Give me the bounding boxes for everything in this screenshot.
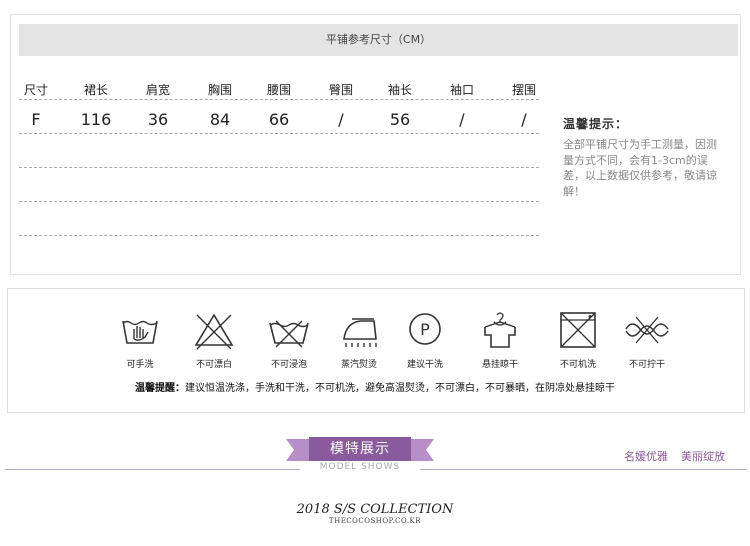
cell-shoulder: 36 <box>147 110 169 129</box>
care-item-steam-iron: 蒸汽熨烫 <box>322 309 396 370</box>
column-header-cuff: 袖口 <box>449 83 474 97</box>
care-label: 不可机洗 <box>559 360 596 370</box>
care-tip-text: 建议恒温洗涤，手洗和干洗，不可机洗，避免高温熨烫，不可漂白，不可暴晒，在阴凉处悬… <box>185 383 615 394</box>
column-header-hem: 摆围 <box>511 83 536 97</box>
column-header-skirt-length: 裙长 <box>83 83 108 97</box>
ribbon-right-icon <box>410 439 434 461</box>
svg-text:P: P <box>420 320 430 339</box>
care-label: 悬挂晾干 <box>481 360 518 370</box>
hand-wash-icon <box>122 320 158 344</box>
care-label: 不可漂白 <box>195 360 232 370</box>
column-header-waist: 腰围 <box>266 83 291 97</box>
no-wring-icon <box>625 316 669 344</box>
cell-bust: 84 <box>209 110 231 129</box>
column-header-hip: 臀围 <box>328 83 353 97</box>
care-label: 不可拧干 <box>628 360 665 370</box>
banner-tag: 名媛优雅 <box>624 450 668 463</box>
cell-sleeve-length: 56 <box>389 110 411 129</box>
care-item-no-soak: 不可浸泡 <box>252 309 326 370</box>
no-bleach-icon <box>194 313 234 350</box>
size-table-header: 平铺参考尺寸（CM） <box>19 24 738 56</box>
care-tip: 温馨提醒：建议恒温洗涤，手洗和干洗，不可机洗，避免高温熨烫，不可漂白，不可暴晒，… <box>0 379 750 394</box>
care-item-hand-wash: 可手洗 <box>103 309 177 370</box>
table-divider <box>19 133 539 134</box>
table-divider <box>19 167 539 168</box>
care-label: 建议干洗 <box>406 360 443 370</box>
hang-dry-icon <box>484 312 516 348</box>
column-header-size: 尺寸 <box>23 83 48 97</box>
cell-hem: / <box>521 110 527 129</box>
cell-hip: / <box>338 110 344 129</box>
care-label: 不可浸泡 <box>270 360 307 370</box>
banner-tag: 美丽绽放 <box>681 450 725 463</box>
tips-body: 全部平铺尺寸为手工测量，因测量方式不同，会有1-3cm的误差，以上数据仅供参考，… <box>563 138 717 198</box>
table-divider <box>19 235 539 236</box>
cell-skirt-length: 116 <box>80 110 112 129</box>
care-tip-label: 温馨提醒： <box>135 383 185 394</box>
cell-cuff: / <box>459 110 465 129</box>
size-table-header-text: 平铺参考尺寸（CM） <box>325 33 432 46</box>
collection-title: 2018 S/S COLLECTION <box>296 502 454 517</box>
column-header-bust: 胸围 <box>207 83 232 97</box>
no-soak-icon <box>269 320 309 348</box>
steam-iron-icon <box>343 318 377 347</box>
care-item-no-wring: 不可拧干 <box>610 309 684 370</box>
care-item-dry-clean: P 建议干洗 <box>388 309 462 370</box>
care-label: 蒸汽熨烫 <box>340 360 377 370</box>
dry-clean-icon: P <box>409 313 441 345</box>
table-divider <box>19 99 539 100</box>
banner-title: 模特展示 <box>330 441 390 457</box>
collection-site: THECOCOSHOP.CO.KR <box>328 517 422 525</box>
banner-subtitle: MODEL SHOWS <box>300 462 420 472</box>
tips-title: 温馨提示： <box>563 117 629 131</box>
table-divider <box>19 201 539 202</box>
column-header-shoulder: 肩宽 <box>145 83 170 97</box>
column-header-sleeve-length: 袖长 <box>387 83 412 97</box>
no-machine-wash-icon <box>560 312 596 348</box>
care-item-no-machine-wash: 不可机洗 <box>541 309 615 370</box>
care-label: 可手洗 <box>126 360 154 370</box>
care-item-hang-dry: 悬挂晾干 <box>463 309 537 370</box>
banner-title-box: 模特展示 <box>309 437 411 461</box>
cell-size: F <box>31 110 41 129</box>
care-item-no-bleach: 不可漂白 <box>177 309 251 370</box>
cell-waist: 66 <box>268 110 290 129</box>
